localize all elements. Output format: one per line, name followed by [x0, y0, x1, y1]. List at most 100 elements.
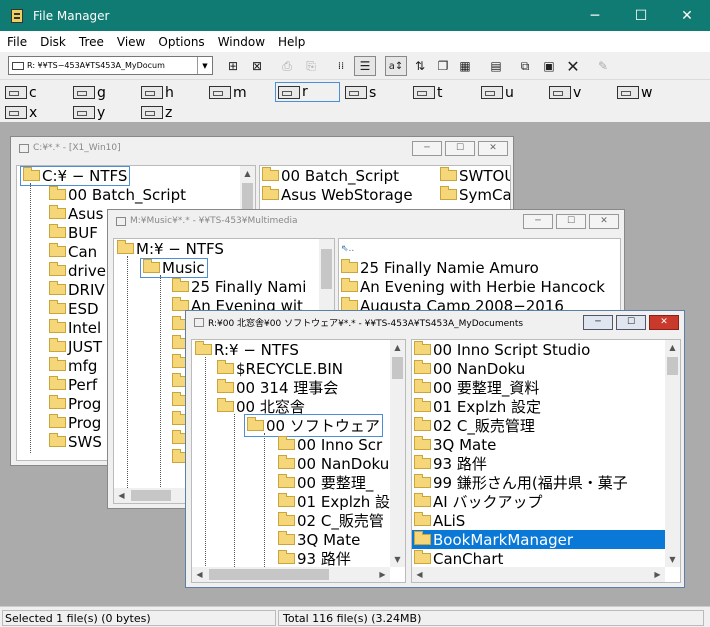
disconnect-drive-icon[interactable]: ⊠: [246, 56, 268, 76]
tree-item[interactable]: 00 Batch_Script: [68, 186, 186, 204]
tree-scrollbar[interactable]: ▲ ▼: [390, 340, 405, 567]
window-drive-r[interactable]: R:¥00 北窓舎¥00 ソフトウェア¥*.* - ¥¥TS-453A¥TS45…: [185, 310, 685, 588]
file-item[interactable]: 00 要整理_資料: [433, 377, 539, 398]
file-item[interactable]: SymCa: [459, 186, 510, 204]
tree-item[interactable]: 00 要整理_: [297, 472, 373, 493]
tree-item[interactable]: BUF: [68, 224, 98, 242]
file-row-selected[interactable]: BookMarkManager: [412, 530, 680, 549]
tree-item[interactable]: M:¥ − NTFS: [136, 240, 224, 258]
maximize-button[interactable]: ☐: [618, 0, 664, 31]
drive-z[interactable]: z: [141, 103, 172, 122]
scroll-down-icon[interactable]: ▼: [665, 552, 680, 567]
file-item[interactable]: CanChart: [433, 550, 503, 568]
scroll-left-icon[interactable]: ◀: [192, 567, 207, 582]
scroll-right-icon[interactable]: ▶: [375, 567, 390, 582]
file-item[interactable]: BookMarkManager: [433, 531, 573, 549]
child-minimize-button[interactable]: ─: [412, 140, 442, 156]
menu-file[interactable]: File: [0, 35, 33, 49]
file-scrollbar[interactable]: ▲ ▼: [665, 340, 680, 567]
tree-item[interactable]: DRIV: [68, 281, 105, 299]
child-close-button[interactable]: ✕: [649, 314, 679, 330]
file-pane-r[interactable]: 00 Inno Script Studio 00 NanDoku 00 要整理_…: [411, 339, 681, 583]
list-view-icon[interactable]: ☰: [354, 56, 376, 76]
sort-by-name-icon[interactable]: a↕: [385, 56, 407, 76]
tree-item[interactable]: SWS: [68, 433, 102, 451]
cascade-icon[interactable]: ❐: [432, 56, 454, 76]
tree-item[interactable]: mfg: [68, 357, 97, 375]
minimize-button[interactable]: ─: [572, 0, 618, 31]
connect-drive-icon[interactable]: ⊞: [222, 56, 244, 76]
file-item[interactable]: 02 C_販売管理: [433, 415, 535, 436]
scroll-up-icon[interactable]: ▲: [665, 340, 680, 355]
tree-item[interactable]: Intel: [68, 319, 101, 337]
tree-item[interactable]: 00 314 理事会: [236, 377, 338, 398]
drive-g[interactable]: g: [73, 83, 106, 102]
drive-r[interactable]: r: [275, 82, 340, 102]
menu-view[interactable]: View: [110, 35, 151, 49]
tree-item[interactable]: $RECYCLE.BIN: [236, 360, 343, 378]
drive-m[interactable]: m: [209, 83, 247, 102]
child-maximize-button[interactable]: ☐: [445, 140, 475, 156]
paste-icon[interactable]: ▣: [538, 56, 560, 76]
tree-pane-r[interactable]: R:¥ − NTFS $RECYCLE.BIN 00 314 理事会 00 北窓…: [191, 339, 406, 583]
drive-s[interactable]: s: [345, 83, 376, 102]
file-item[interactable]: 93 路伴: [433, 453, 487, 474]
tree-item[interactable]: Prog: [68, 414, 101, 432]
child-maximize-button[interactable]: ☐: [616, 314, 646, 330]
child-close-button[interactable]: ✕: [478, 140, 508, 156]
drive-v[interactable]: v: [549, 83, 581, 102]
menu-help[interactable]: Help: [271, 35, 311, 49]
tree-item[interactable]: 00 ソフトウェア: [266, 415, 380, 436]
file-item[interactable]: SWTOU: [459, 167, 510, 185]
tree-hscrollbar[interactable]: ◀ ▶: [192, 567, 390, 582]
share-icon[interactable]: ⎙: [276, 56, 298, 76]
menu-options[interactable]: Options: [151, 35, 210, 49]
chevron-down-icon[interactable]: ▼: [197, 57, 212, 74]
file-item[interactable]: 00 Inno Script Studio: [433, 341, 590, 359]
file-item[interactable]: ALiS: [433, 512, 465, 530]
file-item[interactable]: An Evening with Herbie Hancock: [360, 278, 605, 296]
tree-item[interactable]: 25 Finally Nami: [191, 278, 306, 296]
tree-item[interactable]: ESD: [68, 300, 99, 318]
child-minimize-button[interactable]: ─: [583, 314, 613, 330]
file-item[interactable]: AI バックアップ: [433, 491, 542, 512]
tree-item[interactable]: Perf: [68, 376, 97, 394]
sort-by-type-icon[interactable]: ⇅: [409, 56, 431, 76]
file-item[interactable]: 00 NanDoku: [433, 360, 525, 378]
tree-item[interactable]: 00 Inno Scr: [297, 436, 382, 454]
scroll-up-icon[interactable]: ▲: [240, 166, 255, 181]
menu-window[interactable]: Window: [211, 35, 271, 49]
drive-x[interactable]: x: [5, 103, 37, 122]
tree-item[interactable]: 01 Explzh 設: [297, 491, 390, 512]
file-item[interactable]: 99 鎌形さん用(福井県・菓子: [433, 472, 628, 493]
drive-select[interactable]: R: ¥¥TS−453A¥TS453A_MyDocum ▼: [8, 56, 213, 75]
scroll-left-icon[interactable]: ◀: [412, 567, 427, 582]
tree-item[interactable]: drive: [68, 262, 106, 280]
file-hscrollbar[interactable]: ◀ ▶: [412, 567, 665, 582]
scroll-up-icon[interactable]: ▲: [390, 340, 405, 355]
file-item[interactable]: Asus WebStorage: [281, 186, 413, 204]
stop-share-icon[interactable]: ⎘: [300, 56, 322, 76]
new-window-icon[interactable]: ▤: [485, 56, 507, 76]
properties-icon[interactable]: ✎: [592, 56, 614, 76]
scroll-left-icon[interactable]: ◀: [114, 488, 129, 503]
child-maximize-button[interactable]: ☐: [556, 213, 586, 229]
large-icons-view-icon[interactable]: ⁞⁞: [330, 56, 352, 76]
drive-w[interactable]: w: [617, 83, 652, 102]
child-close-button[interactable]: ✕: [589, 213, 619, 229]
menu-tree[interactable]: Tree: [72, 35, 110, 49]
tile-icon[interactable]: ▦: [454, 56, 476, 76]
scroll-down-icon[interactable]: ▼: [390, 552, 405, 567]
drive-y[interactable]: y: [73, 103, 105, 122]
tree-item[interactable]: Asus: [68, 205, 103, 223]
tree-item[interactable]: 02 C_販売管: [297, 510, 384, 531]
drive-c[interactable]: c: [5, 83, 37, 102]
tree-item[interactable]: R:¥ − NTFS: [214, 341, 299, 359]
close-button[interactable]: ✕: [664, 0, 710, 31]
scroll-right-icon[interactable]: ▶: [650, 567, 665, 582]
menu-disk[interactable]: Disk: [33, 35, 72, 49]
parent-dir-icon[interactable]: ⇖..: [339, 239, 620, 258]
drive-h[interactable]: h: [141, 83, 174, 102]
tree-item[interactable]: 00 NanDoku: [297, 455, 389, 473]
file-item[interactable]: 3Q Mate: [433, 436, 496, 454]
